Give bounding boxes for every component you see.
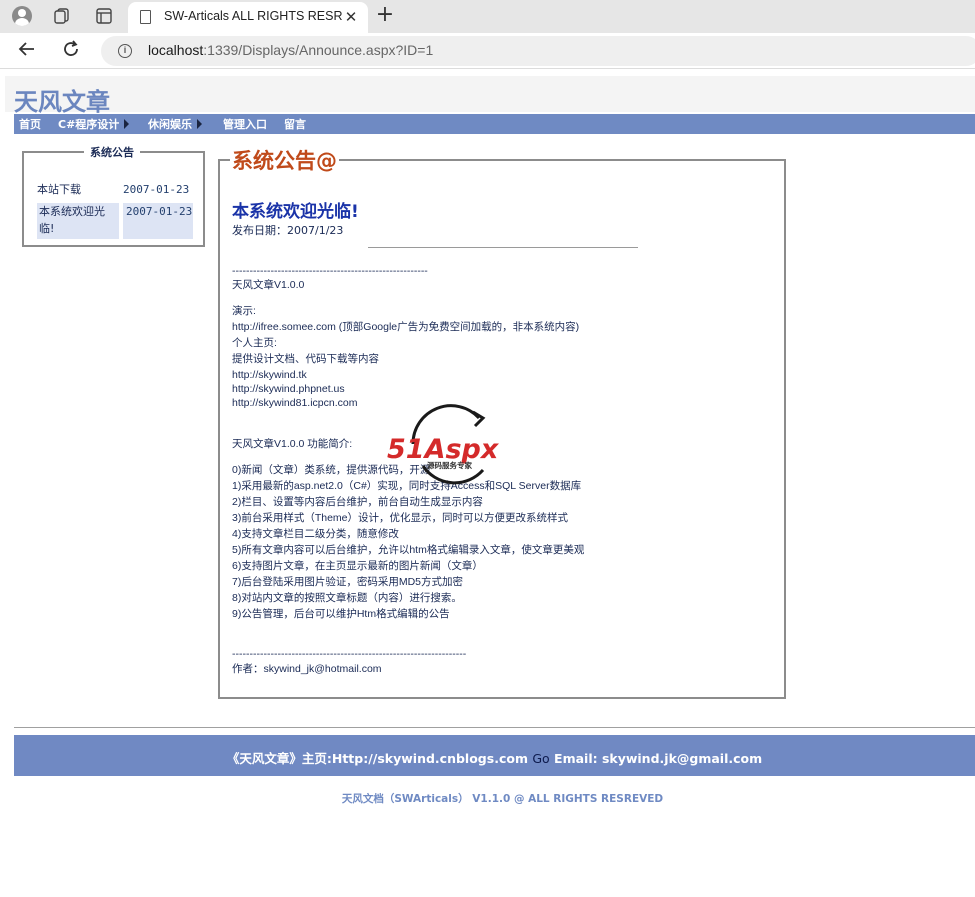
announcement-date: 2007-01-23: [123, 203, 193, 239]
page: 天风文章 首页 C#程序设计 休闲娱乐 管理入口 留言 系统公告 本站下载 20…: [0, 70, 975, 897]
content-line: 提供设计文档、代码下载等内容: [232, 353, 379, 365]
content-line: 7)后台登陆采用图片验证，密码采用MD5方式加密: [232, 576, 464, 588]
content-line: 3)前台采用样式（Theme）设计，优化显示，同时可以方便更改系统样式: [232, 512, 569, 524]
content-line: 5)所有文章内容可以后台维护，允许以htm格式编辑录入文章，使文章更美观: [232, 544, 585, 556]
content-line: 8)对站内文章的按照文章标题（内容）进行搜索。: [232, 592, 462, 604]
content-line: 演示:: [232, 305, 256, 317]
close-icon[interactable]: ✕: [342, 7, 360, 27]
tab-title: SW-Articals ALL RIGHTS RESREVED: [164, 9, 342, 23]
url-text[interactable]: localhost:1339/Displays/Announce.aspx?ID…: [148, 42, 433, 58]
content-line: 个人主页:: [232, 337, 277, 349]
profile-icon[interactable]: [9, 5, 35, 27]
menu-item-label: 首页: [19, 118, 41, 131]
back-arrow-icon[interactable]: [15, 39, 39, 63]
menu-arrow-icon: [124, 119, 130, 129]
menu-item-label: 管理入口: [223, 118, 267, 131]
menu-item-csharp[interactable]: C#程序设计: [58, 117, 130, 131]
info-icon[interactable]: i: [118, 44, 132, 58]
article-date: 发布日期：2007/1/23: [232, 224, 344, 237]
reload-icon[interactable]: [59, 39, 83, 63]
article-legend: 系统公告@: [230, 145, 339, 175]
menu-item-message[interactable]: 留言: [284, 117, 306, 131]
announcement-box: 系统公告 本站下载 2007-01-23 本系统欢迎光临! 2007-01-23: [22, 144, 205, 247]
menu-item-admin[interactable]: 管理入口: [223, 117, 267, 131]
content-line: 天风文章V1.0.0: [232, 279, 305, 291]
content-line: http://skywind81.icpcn.com: [232, 397, 358, 409]
site-title[interactable]: 天风文章: [14, 82, 110, 117]
content-line: http://skywind.phpnet.us: [232, 383, 345, 395]
content-line: ----------------------------------------…: [232, 648, 467, 660]
footer-text: 《天风文章》主页:Http://skywind.cnblogs.com Go E…: [14, 748, 975, 767]
content-line: http://skywind.tk: [232, 369, 307, 381]
announcement-date: 2007-01-23: [123, 183, 190, 196]
footer-homepage[interactable]: 《天风文章》主页:Http://skywind.cnblogs.com: [227, 751, 528, 766]
menu-item-label: C#程序设计: [58, 118, 120, 131]
footer-email[interactable]: Email: skywind.jk@gmail.com: [554, 751, 762, 766]
plus-icon[interactable]: +: [373, 4, 397, 28]
divider: [368, 247, 638, 248]
menu-item-label: 休闲娱乐: [148, 118, 192, 131]
content-line: 作者：skywind_jk@hotmail.com: [232, 663, 382, 675]
footer-band: 《天风文章》主页:Http://skywind.cnblogs.com Go E…: [14, 735, 975, 776]
announcement-title[interactable]: 本系统欢迎光临!: [37, 203, 119, 239]
content-line: 天风文章V1.0.0 功能简介:: [232, 438, 353, 450]
menu-item-home[interactable]: 首页: [19, 117, 41, 131]
tab-actions-icon[interactable]: [91, 5, 117, 27]
url-path: :1339/Displays/Announce.aspx?ID=1: [203, 42, 434, 58]
url-host: localhost: [148, 42, 204, 58]
site-header: 天风文章: [5, 76, 975, 116]
content-line: 4)支持文章栏目二级分类，随意修改: [232, 528, 399, 540]
menu-item-leisure[interactable]: 休闲娱乐: [148, 117, 202, 131]
watermark-tagline: 源码服务专家: [427, 460, 472, 470]
watermark-logo: 51Aspx 源码服务专家: [383, 400, 515, 500]
content-line: ----------------------------------------…: [232, 265, 428, 277]
menu-item-label: 留言: [284, 118, 306, 131]
address-bar[interactable]: i localhost:1339/Displays/Announce.aspx?…: [101, 36, 975, 66]
article-title: 本系统欢迎光临!: [232, 202, 359, 222]
content-line: 9)公告管理，后台可以维护Htm格式编辑的公告: [232, 608, 450, 620]
tab-bar: SW-Articals ALL RIGHTS RESREVED ✕ +: [0, 0, 975, 33]
announcement-title[interactable]: 本站下载: [37, 181, 119, 198]
announcement-legend: 系统公告: [84, 144, 140, 160]
browser-toolbar: i localhost:1339/Displays/Announce.aspx?…: [0, 33, 975, 69]
browser-tab-active[interactable]: SW-Articals ALL RIGHTS RESREVED ✕: [128, 2, 368, 33]
page-icon: [140, 10, 151, 24]
content-line: http://ifree.somee.com (顶部Google广告为免费空间加…: [232, 321, 580, 333]
menu-arrow-icon: [197, 119, 202, 129]
footer-divider: [14, 727, 975, 728]
collections-icon[interactable]: [49, 5, 75, 27]
copyright: 天风文档（SWArticals） V1.1.0 @ ALL RIGHTS RES…: [341, 793, 664, 805]
main-menu: 首页 C#程序设计 休闲娱乐 管理入口 留言: [14, 114, 975, 134]
content-line: 6)支持图片文章，在主页显示最新的图片新闻（文章）: [232, 560, 483, 572]
footer-go-link[interactable]: Go: [532, 751, 549, 766]
